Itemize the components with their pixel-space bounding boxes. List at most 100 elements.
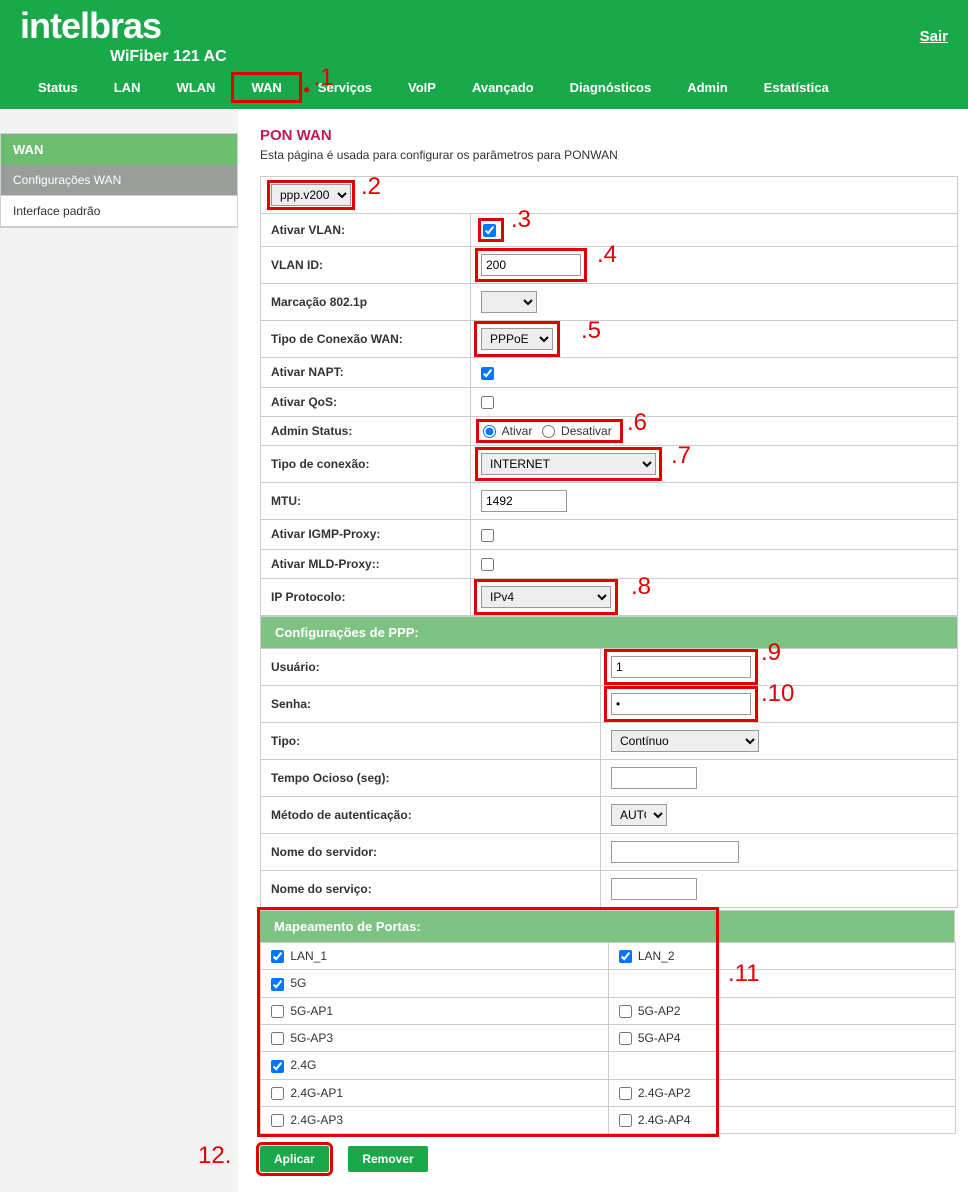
mtu-label: MTU: <box>261 483 471 520</box>
port-checkbox[interactable] <box>619 1005 632 1018</box>
tempo-input[interactable] <box>611 767 697 789</box>
port-cell: 5G <box>261 970 609 997</box>
igmp-label: Ativar IGMP-Proxy: <box>261 520 471 549</box>
port-cell <box>608 1052 956 1079</box>
servidor-input[interactable] <box>611 841 739 863</box>
sidebar-title: WAN <box>1 134 237 165</box>
admin-status-desativar[interactable]: Desativar <box>542 424 612 438</box>
port-cell: 5G-AP4 <box>608 1024 956 1051</box>
mld-checkbox[interactable] <box>481 558 494 571</box>
nav-lan[interactable]: LAN <box>96 74 159 101</box>
port-label: 5G-AP1 <box>287 1004 333 1018</box>
sidebar-item-interface-padrao[interactable]: Interface padrão <box>1 196 237 227</box>
logo-block: intelbras WiFiber 121 AC <box>20 8 227 66</box>
servico-input[interactable] <box>611 878 697 900</box>
port-cell <box>608 970 956 997</box>
port-label: 2.4G-AP3 <box>287 1113 343 1127</box>
port-cell: LAN_1 <box>261 942 609 969</box>
napt-label: Ativar NAPT: <box>261 358 471 387</box>
usuario-label: Usuário: <box>261 648 601 685</box>
port-cell: LAN_2 <box>608 942 956 969</box>
servico-label: Nome do serviço: <box>261 870 601 907</box>
qos-label: Ativar QoS: <box>261 387 471 416</box>
port-label: 5G-AP4 <box>635 1031 681 1045</box>
qos-checkbox[interactable] <box>481 396 494 409</box>
aplicar-button[interactable]: Aplicar <box>260 1146 329 1172</box>
admin-status-label: Admin Status: <box>261 416 471 445</box>
header: intelbras WiFiber 121 AC Sair Status LAN… <box>0 0 968 109</box>
port-checkbox[interactable] <box>271 1087 284 1100</box>
top-nav: Status LAN WLAN WAN .1 • Serviços VoIP A… <box>20 70 948 109</box>
igmp-checkbox[interactable] <box>481 529 494 542</box>
wan-config-table: ppp.v200 .2 Ativar VLAN: .3 VLAN ID: .4 <box>260 176 958 616</box>
port-checkbox[interactable] <box>271 978 284 991</box>
admin-ativar-radio[interactable] <box>483 425 496 438</box>
page-desc: Esta página é usada para configurar os p… <box>260 148 958 162</box>
page-title: PON WAN <box>260 127 958 144</box>
vlan-id-input[interactable] <box>481 254 581 276</box>
remover-button[interactable]: Remover <box>348 1146 427 1172</box>
port-label: 5G <box>287 976 306 990</box>
port-checkbox[interactable] <box>619 1087 632 1100</box>
port-label: 2.4G-AP2 <box>635 1086 691 1100</box>
mtu-input[interactable] <box>481 490 567 512</box>
napt-checkbox[interactable] <box>481 367 494 380</box>
nav-admin[interactable]: Admin <box>669 74 745 101</box>
admin-desativar-radio[interactable] <box>542 425 555 438</box>
port-cell: 2.4G-AP1 <box>261 1079 609 1106</box>
annotation-5: .5 <box>581 317 601 345</box>
port-cell: 5G-AP1 <box>261 997 609 1024</box>
nav-wan-label: WAN <box>251 80 281 95</box>
servidor-label: Nome do servidor: <box>261 833 601 870</box>
nav-wan[interactable]: WAN .1 • <box>233 74 299 101</box>
port-cell: 5G-AP3 <box>261 1024 609 1051</box>
tipo-conexao-select[interactable]: INTERNET <box>481 453 656 475</box>
sidebar-item-config-wan[interactable]: Configurações WAN <box>1 165 237 196</box>
port-label: 2.4G <box>287 1058 316 1072</box>
logout-link[interactable]: Sair <box>920 28 948 45</box>
port-checkbox[interactable] <box>271 950 284 963</box>
usuario-input[interactable] <box>611 656 751 678</box>
port-checkbox[interactable] <box>271 1114 284 1127</box>
ppp-table: Usuário: .9 Senha: .10 Tipo: Contínuo Te… <box>260 648 958 908</box>
port-cell: 2.4G-AP2 <box>608 1079 956 1106</box>
marcacao-label: Marcação 802.1p <box>261 284 471 321</box>
tipo-conexao-wan-label: Tipo de Conexão WAN: <box>261 321 471 358</box>
ports-table: LAN_1 LAN_2 5G 5G-AP1 5G-AP2 5G-AP3 5G-A… <box>260 942 956 1134</box>
brand-logo: intelbras <box>20 8 161 44</box>
port-checkbox[interactable] <box>271 1032 284 1045</box>
nav-status[interactable]: Status <box>20 74 96 101</box>
port-checkbox[interactable] <box>619 950 632 963</box>
port-label: 2.4G-AP1 <box>287 1086 343 1100</box>
tipo-conexao-wan-select[interactable]: PPPoE <box>481 328 553 350</box>
button-row: 12. Aplicar Remover <box>260 1146 958 1172</box>
marcacao-select[interactable] <box>481 291 537 313</box>
profile-select[interactable]: ppp.v200 <box>271 184 351 206</box>
port-checkbox[interactable] <box>619 1114 632 1127</box>
senha-input[interactable] <box>611 693 751 715</box>
tipo-conexao-label: Tipo de conexão: <box>261 446 471 483</box>
nav-voip[interactable]: VoIP <box>390 74 454 101</box>
ip-proto-label: IP Protocolo: <box>261 578 471 615</box>
nav-avancado[interactable]: Avançado <box>454 74 552 101</box>
admin-status-ativar[interactable]: Ativar <box>483 424 532 438</box>
nav-estatistica[interactable]: Estatística <box>746 74 847 101</box>
port-cell: 2.4G <box>261 1052 609 1079</box>
port-checkbox[interactable] <box>271 1005 284 1018</box>
tempo-label: Tempo Ocioso (seg): <box>261 759 601 796</box>
nav-diagnosticos[interactable]: Diagnósticos <box>552 74 670 101</box>
port-checkbox[interactable] <box>271 1060 284 1073</box>
vlan-enable-label: Ativar VLAN: <box>261 214 471 247</box>
vlan-enable-checkbox[interactable] <box>483 224 496 237</box>
tipo-label: Tipo: <box>261 722 601 759</box>
ip-proto-select[interactable]: IPv4 <box>481 586 611 608</box>
nav-wlan[interactable]: WLAN <box>158 74 233 101</box>
tipo-select[interactable]: Contínuo <box>611 730 759 752</box>
metodo-select[interactable]: AUTO <box>611 804 667 826</box>
port-checkbox[interactable] <box>619 1032 632 1045</box>
nav-servicos[interactable]: Serviços <box>300 74 390 101</box>
mld-label: Ativar MLD-Proxy:: <box>261 549 471 578</box>
main-content: PON WAN Esta página é usada para configu… <box>238 109 968 1192</box>
ppp-section-header: Configurações de PPP: <box>260 616 958 648</box>
annotation-2: .2 <box>361 173 381 201</box>
